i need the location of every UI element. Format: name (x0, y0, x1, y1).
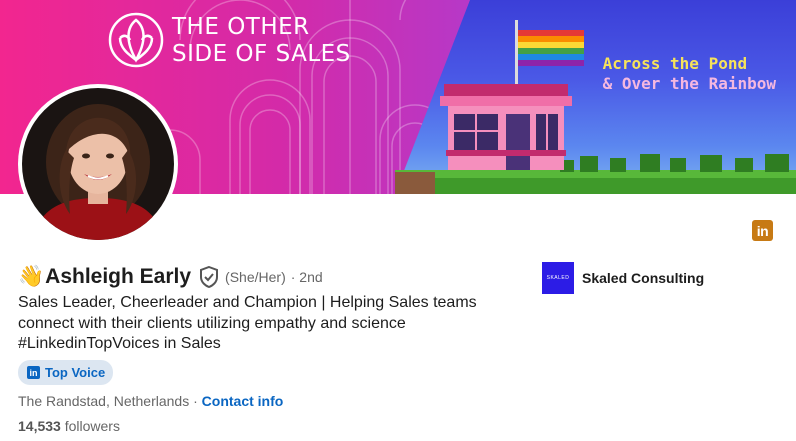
profile-photo (22, 88, 174, 240)
profile-name: Ashleigh Early (45, 265, 192, 288)
banner-tagline: Across the Pond & Over the Rainbow (603, 54, 776, 94)
current-company[interactable]: SKALED Skaled Consulting (542, 262, 704, 294)
top-voice-label: Top Voice (45, 365, 106, 380)
brand-line-2: SIDE OF SALES (172, 41, 351, 67)
company-logo: SKALED (542, 262, 574, 294)
waving-hand-icon: 👋 (18, 265, 45, 288)
profile-avatar[interactable] (18, 84, 178, 244)
tagline-line-1: Across the Pond (602, 54, 748, 73)
company-name: Skaled Consulting (582, 270, 705, 286)
brand-name: THE OTHER SIDE OF SALES (172, 14, 351, 68)
headline-line: connect with their clients utilizing emp… (18, 314, 406, 332)
verified-shield-icon[interactable] (199, 265, 219, 289)
profile-headline: Sales Leader, Cheerleader and Champion |… (18, 293, 518, 355)
connection-degree: · 2nd (290, 269, 323, 285)
tagline-line-2: & Over the Rainbow (602, 74, 776, 93)
followers-row[interactable]: 14,533 followers (18, 418, 120, 434)
followers-count: 14,533 (18, 418, 61, 434)
headline-line: Sales Leader, Cheerleader and Champion |… (18, 294, 477, 311)
brand-logo-icon (108, 12, 164, 68)
separator: · (189, 393, 202, 409)
headline-line: #LinkedinTopVoices in Sales (18, 335, 221, 352)
linkedin-icon: in (27, 366, 40, 379)
contact-info-link[interactable]: Contact info (202, 393, 284, 409)
linkedin-icon[interactable]: in (752, 220, 773, 241)
location-row: The Randstad, Netherlands · Contact info (18, 393, 283, 409)
brand-line-1: THE OTHER (172, 14, 310, 40)
profile-name-row: 👋 Ashleigh Early (She/Her) · 2nd (18, 264, 323, 290)
followers-label: followers (64, 418, 120, 434)
pronouns: (She/Her) (225, 269, 286, 285)
location: The Randstad, Netherlands (18, 393, 190, 409)
top-voice-badge[interactable]: in Top Voice (18, 360, 114, 385)
